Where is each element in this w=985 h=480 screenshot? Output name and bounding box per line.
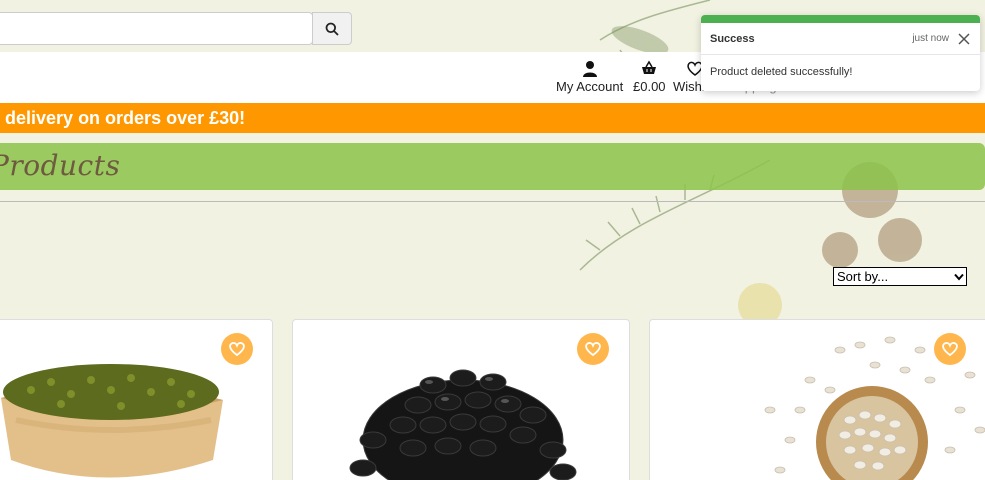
wishlist-button[interactable] [577,333,609,365]
delivery-banner: delivery on orders over £30! [0,103,985,133]
user-icon [582,61,597,77]
product-card[interactable] [0,319,273,480]
banner-rest-text: on orders over £30! [78,108,246,128]
toast-time: just now [912,33,949,44]
search-input[interactable] [0,12,313,45]
product-card[interactable] [292,319,630,480]
toast-header: Success just now [701,23,980,55]
toast-title: Success [710,32,755,45]
basket-total: £0.00 [633,79,666,94]
search-button[interactable] [312,12,352,45]
sort-select[interactable]: Sort by... [833,267,967,286]
sort-selected-value: Sort by... [837,269,889,284]
my-account-link[interactable]: My Account [556,60,623,94]
wishlist-button[interactable] [934,333,966,365]
heart-icon [229,342,245,357]
product-card[interactable] [649,319,985,480]
chevron-down-icon [954,273,964,281]
wishlist-button[interactable] [221,333,253,365]
basket-icon [642,60,657,74]
heart-icon [942,342,958,357]
basket-link[interactable]: £0.00 [633,60,666,94]
banner-strong-text: delivery [5,108,74,128]
search-icon [325,22,339,36]
success-toast: Success just now Product deleted success… [701,15,980,91]
divider [0,201,985,202]
page-title-bar: Products [0,143,985,190]
toast-close-button[interactable] [957,32,971,46]
heart-icon [585,342,601,357]
my-account-label: My Account [556,79,624,94]
close-icon [958,32,970,45]
page-title: Products [0,149,121,182]
toast-message: Product deleted successfully! [710,66,853,78]
